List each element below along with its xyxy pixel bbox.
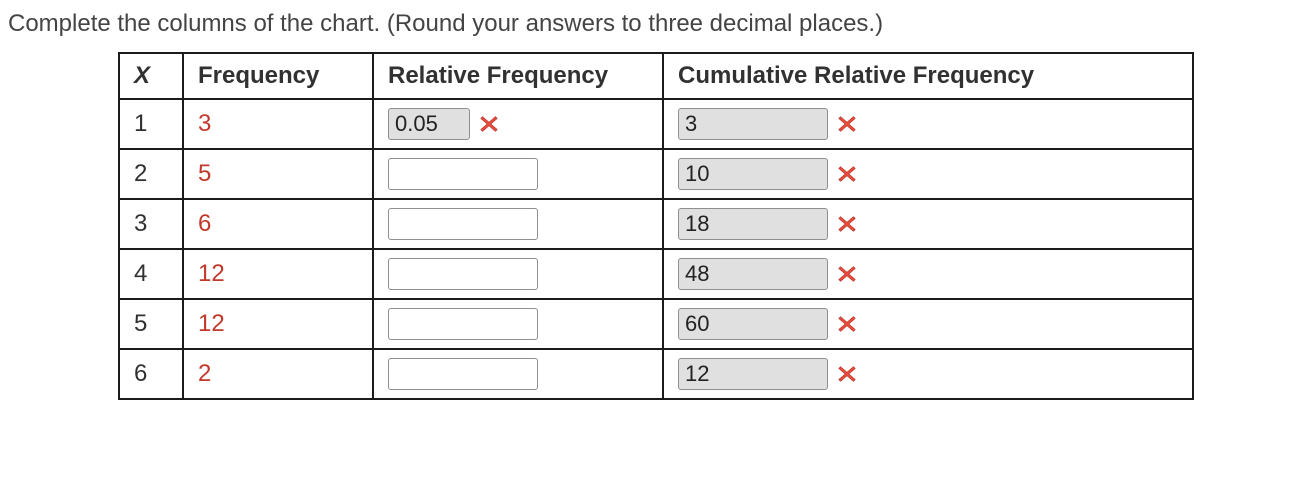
relative-frequency-input[interactable] — [388, 308, 538, 340]
cell-x: 4 — [119, 249, 183, 299]
cell-x: 1 — [119, 99, 183, 149]
frequency-table: X Frequency Relative Frequency Cumulativ… — [118, 52, 1194, 400]
cell-cumulative-relative-frequency — [663, 99, 1193, 149]
cell-cumulative-relative-frequency — [663, 149, 1193, 199]
cell-cumulative-relative-frequency — [663, 299, 1193, 349]
cell-frequency: 12 — [183, 249, 373, 299]
relative-frequency-input[interactable] — [388, 258, 538, 290]
wrong-icon — [836, 213, 858, 235]
cumulative-relative-frequency-input[interactable] — [678, 258, 828, 290]
table-row: 3 6 — [119, 199, 1193, 249]
frequency-value: 12 — [198, 310, 225, 337]
frequency-value: 2 — [198, 360, 211, 387]
wrong-icon — [836, 113, 858, 135]
relative-frequency-input[interactable] — [388, 208, 538, 240]
cell-frequency: 6 — [183, 199, 373, 249]
table-row: 4 12 — [119, 249, 1193, 299]
cell-cumulative-relative-frequency — [663, 199, 1193, 249]
cell-cumulative-relative-frequency — [663, 249, 1193, 299]
cell-relative-frequency — [373, 199, 663, 249]
cell-x: 3 — [119, 199, 183, 249]
cell-cumulative-relative-frequency — [663, 349, 1193, 399]
frequency-value: 12 — [198, 260, 225, 287]
table-row: 5 12 — [119, 299, 1193, 349]
cell-x: 6 — [119, 349, 183, 399]
relative-frequency-input[interactable] — [388, 158, 538, 190]
wrong-icon — [836, 363, 858, 385]
wrong-icon — [836, 313, 858, 335]
cell-frequency: 2 — [183, 349, 373, 399]
wrong-icon — [836, 263, 858, 285]
cell-x: 5 — [119, 299, 183, 349]
wrong-icon — [478, 113, 500, 135]
table-header-row: X Frequency Relative Frequency Cumulativ… — [119, 53, 1193, 99]
header-frequency: Frequency — [183, 53, 373, 99]
frequency-value: 3 — [198, 110, 211, 137]
cell-frequency: 3 — [183, 99, 373, 149]
cell-relative-frequency — [373, 99, 663, 149]
cell-relative-frequency — [373, 349, 663, 399]
cell-x: 2 — [119, 149, 183, 199]
header-cumulative-relative-frequency: Cumulative Relative Frequency — [663, 53, 1193, 99]
cell-relative-frequency — [373, 249, 663, 299]
instruction-text: Complete the columns of the chart. (Roun… — [8, 10, 1306, 38]
cell-relative-frequency — [373, 149, 663, 199]
table-row: 6 2 — [119, 349, 1193, 399]
cumulative-relative-frequency-input[interactable] — [678, 108, 828, 140]
cumulative-relative-frequency-input[interactable] — [678, 208, 828, 240]
cell-relative-frequency — [373, 299, 663, 349]
cumulative-relative-frequency-input[interactable] — [678, 308, 828, 340]
cumulative-relative-frequency-input[interactable] — [678, 158, 828, 190]
cumulative-relative-frequency-input[interactable] — [678, 358, 828, 390]
cell-frequency: 12 — [183, 299, 373, 349]
wrong-icon — [836, 163, 858, 185]
table-row: 2 5 — [119, 149, 1193, 199]
header-relative-frequency: Relative Frequency — [373, 53, 663, 99]
frequency-value: 5 — [198, 160, 211, 187]
frequency-value: 6 — [198, 210, 211, 237]
relative-frequency-input[interactable] — [388, 108, 470, 140]
cell-frequency: 5 — [183, 149, 373, 199]
header-x: X — [119, 53, 183, 99]
table-row: 1 3 — [119, 99, 1193, 149]
relative-frequency-input[interactable] — [388, 358, 538, 390]
